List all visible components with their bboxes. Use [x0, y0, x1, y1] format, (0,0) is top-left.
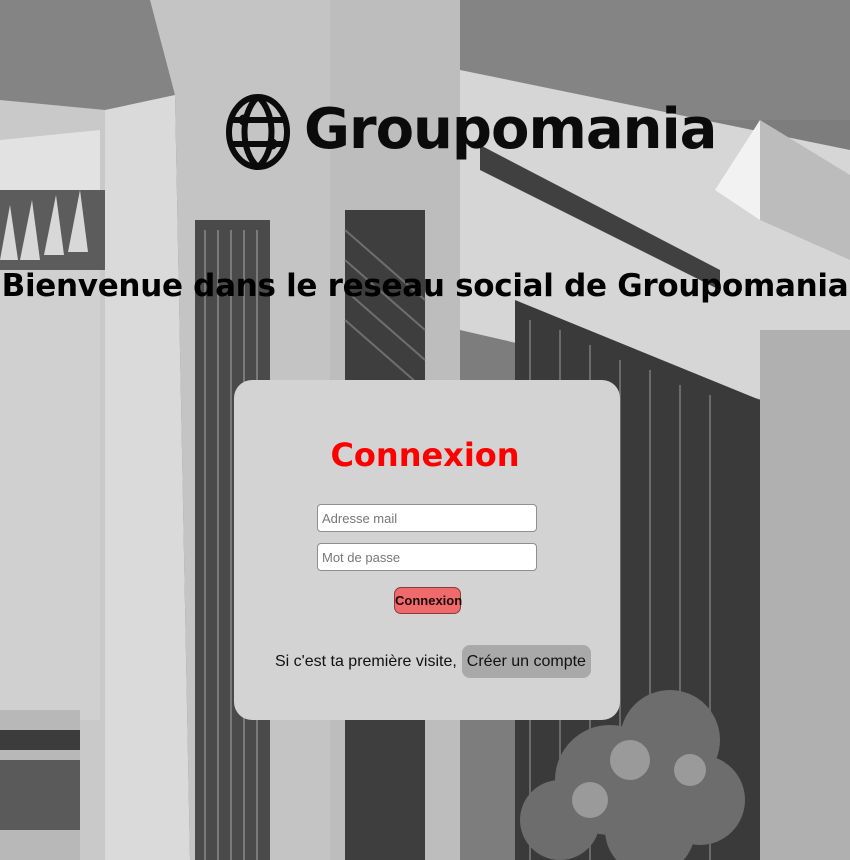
- password-input[interactable]: [317, 543, 537, 571]
- create-account-button[interactable]: Créer un compte: [461, 645, 591, 678]
- email-input[interactable]: [317, 504, 537, 532]
- brand-logo: Groupomania: [224, 90, 717, 174]
- login-page: Groupomania Bienvenue dans le reseau soc…: [0, 0, 850, 860]
- login-title: Connexion: [330, 436, 520, 474]
- brand-name: Groupomania: [304, 97, 717, 162]
- login-submit-button[interactable]: Connexion: [394, 587, 462, 614]
- globe-icon: [226, 94, 290, 170]
- signup-prompt: Si c'est ta première visite,: [275, 652, 457, 670]
- signup-row: Si c'est ta première visite, Créer un co…: [275, 645, 591, 678]
- welcome-heading: Bienvenue dans le reseau social de Group…: [1, 268, 849, 304]
